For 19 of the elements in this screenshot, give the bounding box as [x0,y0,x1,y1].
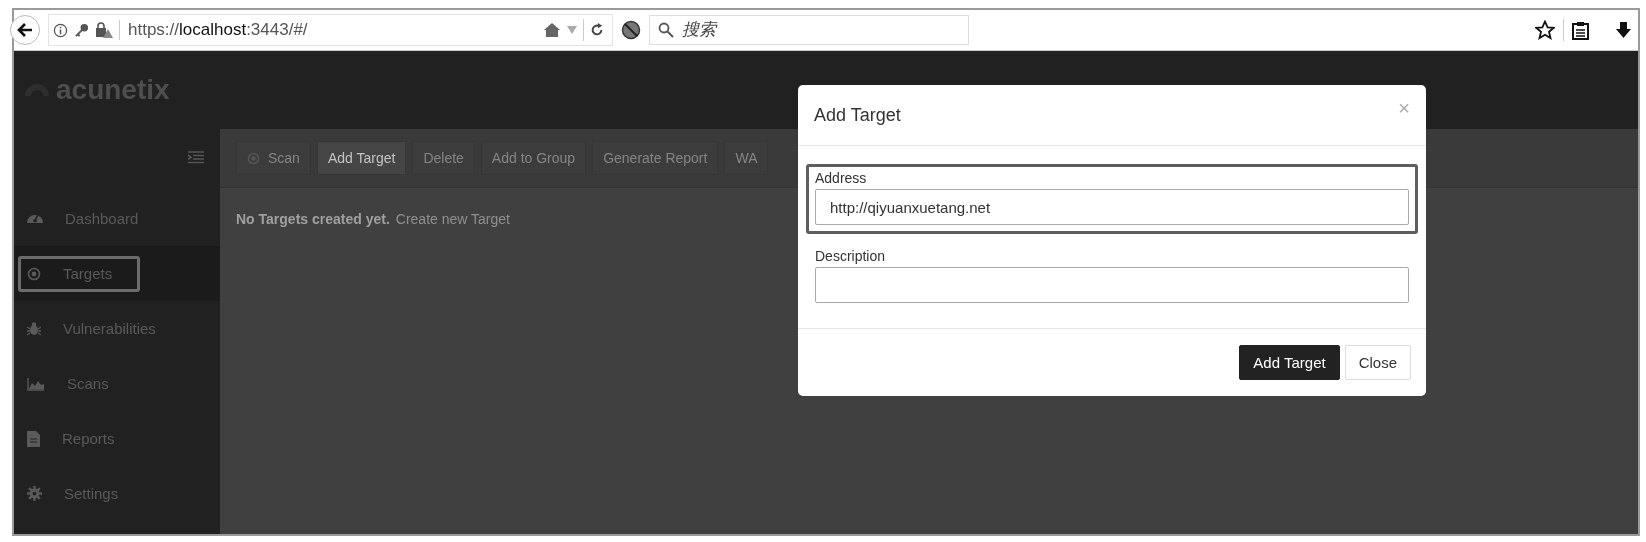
dialog-button[interactable]: Close [1344,345,1411,380]
toolbar-button[interactable]: Add Target [316,141,407,175]
create-target-link[interactable]: Create new Target [395,211,510,227]
url-text[interactable]: https://localhost:3443/#/ [119,20,308,40]
sidebar-item[interactable]: Settings [18,475,140,512]
sidebar-item[interactable]: Targets [18,255,140,292]
empty-message: No Targets created yet. [236,211,390,227]
search-field[interactable]: 搜索 [648,15,969,45]
sidebar-item[interactable]: Vulnerabilities [18,310,169,347]
close-button[interactable]: × [1398,97,1410,120]
field-label: Address [815,170,868,186]
address-bar[interactable]: https://localhost:3443/#/ [48,14,613,46]
field-label: Description [815,248,887,264]
sidebar-item[interactable]: Dashboard [18,200,152,237]
sidebar-item[interactable]: Scans [18,365,140,402]
sidebar-item[interactable]: Reports [18,420,140,457]
input-field[interactable]: http://qiyuanxuetang.net [815,189,1409,225]
dialog-title: Add Target [814,104,901,126]
dialog-button[interactable]: Add Target [1239,345,1340,380]
